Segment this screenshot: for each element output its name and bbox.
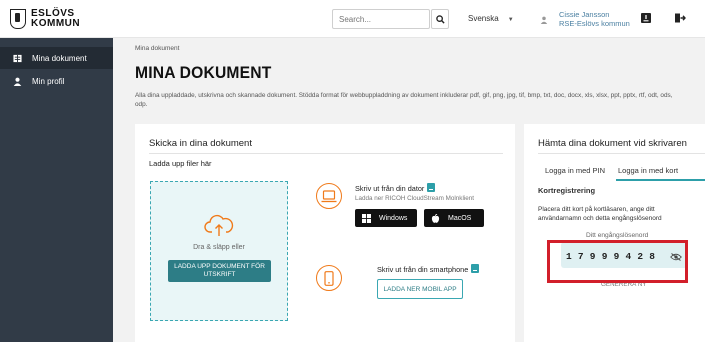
download-badge-icon[interactable]	[471, 264, 480, 273]
upload-card-subtitle: Ladda upp filer här	[149, 159, 212, 168]
laptop-icon	[321, 189, 337, 202]
search-button[interactable]	[431, 9, 449, 29]
computer-option-title-text: Skriv ut från din dator	[355, 184, 425, 193]
breadcrumb[interactable]: Mina dokument	[135, 45, 179, 52]
windows-download-button[interactable]: Windows	[355, 209, 417, 227]
computer-option-icon	[316, 183, 342, 209]
user-icon	[540, 16, 548, 24]
user-name: Cissie Jansson	[559, 10, 610, 19]
page-description: Alla dina uppladdade, utskrivna och skan…	[135, 92, 673, 108]
drop-zone[interactable]: Dra & släpp eller LADDA UPP DOKUMENT FÖR…	[150, 181, 288, 321]
windows-icon	[362, 213, 371, 223]
upload-card-title: Skicka in dina dokument	[149, 138, 252, 149]
phone-option-title: Skriv ut från din smartphone	[377, 264, 480, 274]
divider	[538, 153, 705, 154]
upload-document-button[interactable]: LADDA UPP DOKUMENT FÖR UTSKRIFT	[168, 260, 271, 282]
active-tab-indicator	[616, 179, 705, 181]
computer-option-title: Skriv ut från din dator	[355, 183, 436, 193]
crest-icon	[10, 9, 26, 29]
printer-card-title: Hämta dina dokument vid skrivaren	[538, 138, 687, 149]
divider	[149, 153, 503, 154]
documents-icon	[13, 54, 22, 62]
card-registration-instructions: Placera ditt kort på kortläsaren, ange d…	[538, 206, 662, 222]
user-info[interactable]: Cissie Jansson RSE-Eslövs kommun	[559, 10, 630, 28]
smartphone-icon	[324, 270, 334, 286]
eslovs-kommun-logo[interactable]: ESLÖVS KOMMUN	[10, 9, 90, 33]
drop-text: Dra & släpp eller	[193, 244, 245, 251]
windows-label: Windows	[379, 214, 408, 222]
card-registration-heading: Kortregistrering	[538, 186, 596, 195]
sidebar-item-label: Mina dokument	[32, 53, 87, 63]
main-content: Mina dokument MINA DOKUMENT Alla dina up…	[113, 38, 705, 342]
sidebar-item-label: Min profil	[32, 76, 65, 86]
page-title: MINA DOKUMENT	[135, 63, 272, 82]
macos-download-button[interactable]: MacOS	[424, 209, 484, 227]
sidebar-item-min-profil[interactable]: Min profil	[0, 70, 113, 92]
download-mobile-app-button[interactable]: LADDA NER MOBIL APP	[377, 279, 463, 299]
sidebar: Mina dokument Min profil	[0, 38, 113, 342]
search-icon	[435, 14, 445, 24]
smartphone-option-icon	[316, 265, 342, 291]
phone-option-title-text: Skriv ut från din smartphone	[377, 265, 469, 274]
highlight-box	[547, 240, 688, 283]
language-select[interactable]: Svenska ▼	[468, 14, 514, 23]
macos-label: MacOS	[448, 214, 472, 222]
printer-card: Hämta dina dokument vid skrivaren Logga …	[524, 124, 705, 342]
language-value: Svenska	[468, 14, 499, 23]
logo-line-2: KOMMUN	[31, 18, 81, 29]
caret-down-icon: ▼	[507, 17, 514, 23]
tab-login-card[interactable]: Logga in med kort	[618, 166, 678, 175]
search-input[interactable]	[332, 9, 430, 29]
apple-icon	[431, 213, 440, 223]
cloud-upload-icon	[204, 214, 234, 236]
sidebar-item-mina-dokument[interactable]: Mina dokument	[0, 47, 113, 69]
logout-icon[interactable]	[674, 12, 686, 24]
user-org: RSE-Eslövs kommun	[559, 19, 630, 28]
download-icon[interactable]	[640, 12, 652, 24]
top-bar: ESLÖVS KOMMUN Svenska ▼ Cissie Jansson RS…	[0, 0, 705, 38]
one-time-password-label: Ditt engångslösenord	[586, 232, 649, 239]
upload-card: Skicka in dina dokument Ladda upp filer …	[135, 124, 515, 342]
tab-login-pin[interactable]: Logga in med PIN	[545, 166, 605, 175]
computer-option-subtitle: Ladda ner RICOH CloudStream Molnklient	[355, 195, 474, 202]
download-badge-icon[interactable]	[427, 183, 436, 192]
profile-icon	[13, 77, 22, 86]
